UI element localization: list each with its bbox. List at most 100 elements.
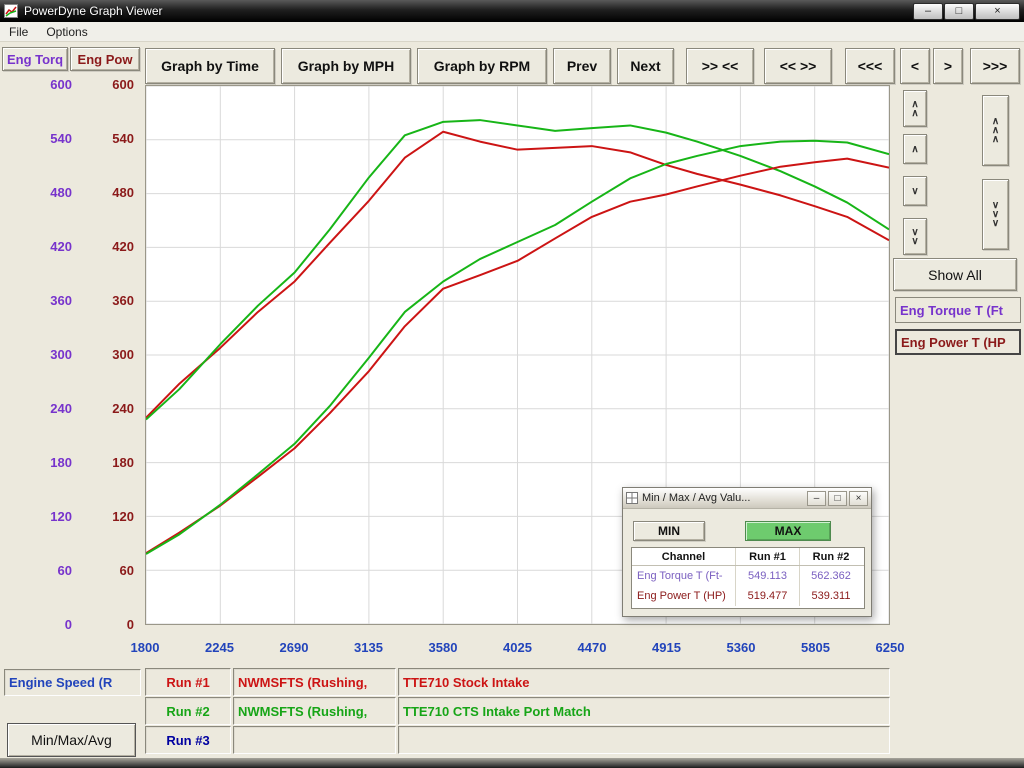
torque-axis-tick: 540 [26,131,72,147]
power-axis-tick: 60 [88,563,134,579]
power-channel-label: Eng Power T (HP) [632,586,736,606]
run-1-label[interactable]: Run #1 [145,668,231,696]
minmax-window-titlebar[interactable]: Min / Max / Avg Valu... – □ × [623,488,871,509]
torque-channel-label: Eng Torque T (Ft- [632,566,736,586]
toolbar-button-scroll-far-left[interactable]: <<< [845,48,895,84]
power-axis-tick: 120 [88,509,134,525]
scale-up-triple-button[interactable]: ∧∧∧ [982,95,1009,166]
x-axis-tick: 6250 [865,640,915,655]
menu-options[interactable]: Options [37,23,96,41]
table-row-torque: Eng Torque T (Ft- 549.113 562.362 [632,566,864,586]
run-2-description[interactable]: TTE710 CTS Intake Port Match [398,697,890,725]
toolbar-button-zoom-in[interactable]: >> << [686,48,754,84]
channel-tab-eng-torq[interactable]: Eng Torq [2,47,68,71]
run-3-file[interactable] [233,726,396,754]
power-axis-tick: 0 [88,617,134,633]
power-axis-tick: 360 [88,293,134,309]
app-icon [4,4,18,18]
power-run2-max: 539.311 [800,586,862,606]
toolbar-button-prev[interactable]: Prev [553,48,611,84]
x-axis-tick: 3135 [344,640,394,655]
toolbar-button-scroll-far-right[interactable]: >>> [970,48,1020,84]
scale-up-button[interactable]: ∧ [903,134,927,164]
power-axis-tick: 480 [88,185,134,201]
chevron-up-icon: ∧ [911,101,918,108]
torque-axis-tick: 60 [26,563,72,579]
chevron-down-icon: ∨ [911,188,918,195]
scale-down-button[interactable]: ∨ [903,176,927,206]
scale-down-triple-button[interactable]: ∨∨∨ [982,179,1009,250]
max-toggle-button[interactable]: MAX [745,521,831,541]
run-3-description[interactable] [398,726,890,754]
minmax-minimize-button[interactable]: – [807,491,826,506]
chevron-down-icon: ∨ [992,202,999,209]
run-3-label[interactable]: Run #3 [145,726,231,754]
toolbar-button-graph-by-mph[interactable]: Graph by MPH [281,48,411,84]
x-axis-tick: 2245 [195,640,245,655]
x-channel-label[interactable]: Engine Speed (R [4,669,141,696]
toolbar-button-graph-by-rpm[interactable]: Graph by RPM [417,48,547,84]
torque-axis-tick: 420 [26,239,72,255]
toolbar-button-scroll-right[interactable]: > [933,48,963,84]
run-2-label[interactable]: Run #2 [145,697,231,725]
torque-run2-max: 562.362 [800,566,862,586]
x-axis-tick: 1800 [120,640,170,655]
scale-down-double-button[interactable]: ∨∨ [903,218,927,255]
run-1-file[interactable]: NWMSFTS (Rushing, [233,668,396,696]
toolbar-button-zoom-out[interactable]: << >> [764,48,832,84]
scale-up-double-button[interactable]: ∧∧ [903,90,927,127]
column-header-run1: Run #1 [736,548,800,565]
show-all-button[interactable]: Show All [893,258,1017,291]
power-axis-tick: 420 [88,239,134,255]
torque-run1-max: 549.113 [736,566,800,586]
x-axis-tick: 4915 [642,640,692,655]
chevron-up-icon: ∧ [992,118,999,125]
window-bottom-border [0,758,1024,768]
chevron-up-icon: ∧ [911,146,918,153]
min-toggle-button[interactable]: MIN [633,521,705,541]
torque-axis-tick: 600 [26,77,72,93]
table-row-power: Eng Power T (HP) 519.477 539.311 [632,586,864,606]
column-header-channel: Channel [632,548,736,565]
torque-axis-tick: 180 [26,455,72,471]
minmax-close-button[interactable]: × [849,491,868,506]
torque-axis-tick: 360 [26,293,72,309]
chevron-down-icon: ∨ [911,229,918,236]
chevron-up-icon: ∧ [911,110,918,117]
torque-axis-tick: 300 [26,347,72,363]
power-axis-tick: 600 [88,77,134,93]
minmax-window-title: Min / Max / Avg Valu... [642,492,805,504]
toolbar-button-next[interactable]: Next [617,48,674,84]
x-axis-tick: 5360 [716,640,766,655]
x-axis-tick: 3580 [418,640,468,655]
minmax-table-header: Channel Run #1 Run #2 [632,548,864,566]
close-button[interactable]: × [975,3,1020,20]
torque-axis-tick: 0 [26,617,72,633]
legend-eng-power[interactable]: Eng Power T (HP [895,329,1021,355]
legend-eng-torque[interactable]: Eng Torque T (Ft [895,297,1021,323]
torque-axis-tick: 240 [26,401,72,417]
minimize-button[interactable]: – [913,3,943,20]
toolbar-button-graph-by-time[interactable]: Graph by Time [145,48,275,84]
power-axis-tick: 180 [88,455,134,471]
column-header-run2: Run #2 [800,548,862,565]
channel-tab-eng-pow[interactable]: Eng Pow [70,47,140,71]
menu-bar: File Options [0,22,1024,42]
power-run1-max: 519.477 [736,586,800,606]
run-1-description[interactable]: TTE710 Stock Intake [398,668,890,696]
maximize-button[interactable]: □ [944,3,974,20]
menu-file[interactable]: File [0,23,37,41]
x-axis-tick: 2690 [269,640,319,655]
minmax-maximize-button[interactable]: □ [828,491,847,506]
x-axis-tick: 5805 [791,640,841,655]
toolbar-button-scroll-left[interactable]: < [900,48,930,84]
torque-axis-tick: 480 [26,185,72,201]
chevron-down-icon: ∨ [992,220,999,227]
window-titlebar[interactable]: PowerDyne Graph Viewer – □ × [0,0,1024,22]
torque-y-axis: 060120180240300360420480540600 [26,0,72,768]
run-2-file[interactable]: NWMSFTS (Rushing, [233,697,396,725]
min-max-avg-button[interactable]: Min/Max/Avg [7,723,136,757]
chevron-down-icon: ∨ [911,238,918,245]
x-axis-tick: 4470 [567,640,617,655]
power-axis-tick: 300 [88,347,134,363]
